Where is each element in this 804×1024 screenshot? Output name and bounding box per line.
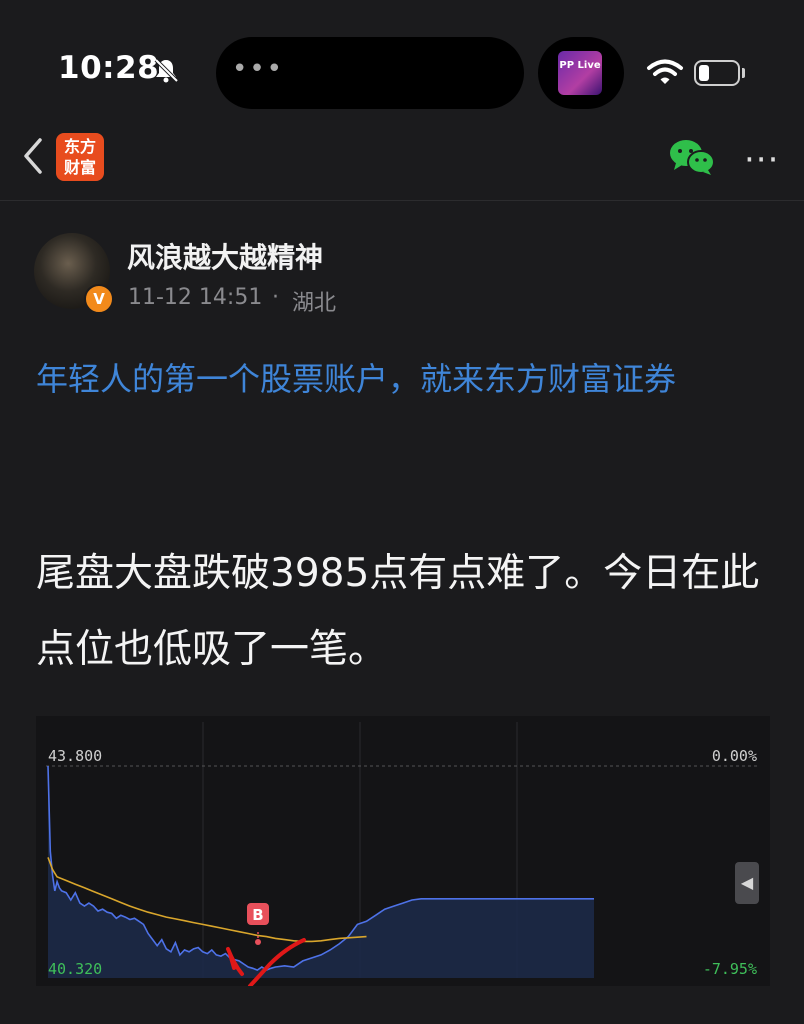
intraday-chart[interactable]: 43.800 40.320 0.00% -7.95% B <box>36 716 770 986</box>
y-left-bottom-label: 40.320 <box>48 960 102 978</box>
verified-badge: V <box>84 284 114 314</box>
wechat-share-icon[interactable] <box>668 138 716 176</box>
price-area-fill <box>48 766 594 978</box>
battery-level <box>699 65 709 81</box>
island-dots: ••• <box>232 54 285 84</box>
status-time: 10:28 <box>58 50 160 86</box>
post-time: 11-12 14:51 <box>128 285 263 310</box>
post-location: 湖北 <box>292 291 337 316</box>
y-right-top-label: 0.00% <box>712 747 757 765</box>
header-divider <box>0 200 804 201</box>
buy-marker-label: B <box>252 906 263 924</box>
eastmoney-logo[interactable]: 东方财富 <box>56 133 104 181</box>
live-activity-artwork: PP Live <box>558 51 602 95</box>
meta-separator: · <box>272 285 279 310</box>
chart-side-toggle-button[interactable]: ◀ <box>735 862 759 904</box>
battery-tip <box>742 68 745 78</box>
back-arrow-icon[interactable] <box>20 136 46 176</box>
wifi-icon <box>647 59 683 84</box>
silent-bell-icon <box>154 58 179 83</box>
logo-text: 东方财富 <box>64 137 97 177</box>
more-options-icon[interactable]: ··· <box>744 140 779 180</box>
post-body: 尾盘大盘跌破3985点有点难了。今日在此点位也低吸了一笔。 <box>36 551 760 672</box>
live-badge-text: PP Live <box>559 60 601 71</box>
y-left-top-label: 43.800 <box>48 747 102 765</box>
promo-link[interactable]: 年轻人的第一个股票账户，就来东方财富证券 <box>36 352 776 406</box>
buy-marker-dot <box>255 939 261 945</box>
buy-marker: B <box>247 903 269 945</box>
y-right-bottom-label: -7.95% <box>703 960 757 978</box>
author-name[interactable]: 风浪越大越精神 <box>127 236 323 276</box>
